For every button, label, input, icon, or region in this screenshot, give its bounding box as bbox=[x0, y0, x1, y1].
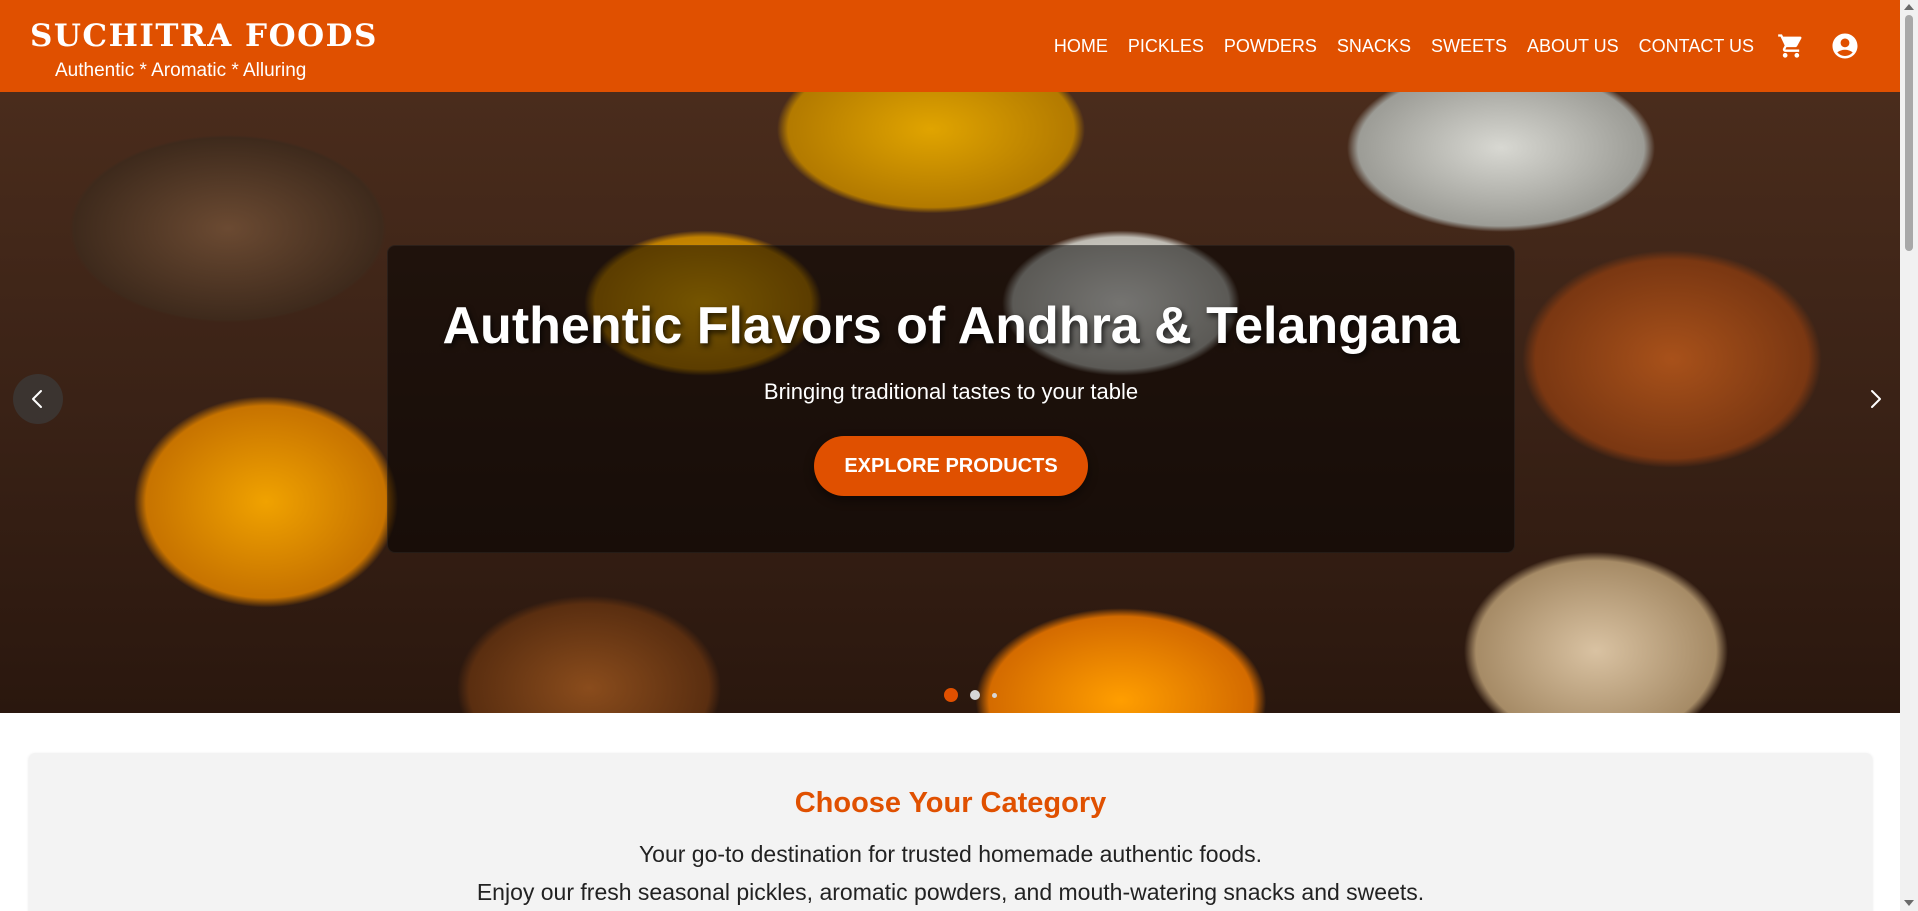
chevron-left-icon bbox=[32, 390, 42, 408]
carousel-indicators bbox=[944, 688, 1009, 702]
shopping-cart-icon[interactable] bbox=[1776, 31, 1806, 61]
carousel-dot-3[interactable] bbox=[992, 692, 997, 698]
nav-about-us[interactable]: ABOUT US bbox=[1527, 0, 1619, 92]
nav-home[interactable]: HOME bbox=[1054, 0, 1108, 92]
account-circle-icon[interactable] bbox=[1830, 31, 1860, 61]
hero-carousel: Authentic Flavors of Andhra & Telangana … bbox=[0, 92, 1900, 713]
explore-products-button[interactable]: EXPLORE PRODUCTS bbox=[814, 436, 1088, 496]
scroll-up-arrow-icon[interactable] bbox=[1904, 4, 1914, 10]
nav-contact-us[interactable]: CONTACT US bbox=[1639, 0, 1754, 92]
nav-pickles[interactable]: PICKLES bbox=[1128, 0, 1204, 92]
scrollbar-thumb[interactable] bbox=[1905, 15, 1913, 251]
category-section: Choose Your Category Your go-to destinat… bbox=[29, 753, 1872, 911]
category-description-line-1: Your go-to destination for trusted homem… bbox=[638, 841, 1263, 867]
brand-tagline: Authentic * Aromatic * Alluring bbox=[55, 60, 307, 81]
nav-powders[interactable]: POWDERS bbox=[1224, 0, 1317, 92]
carousel-prev-button[interactable] bbox=[13, 374, 63, 424]
nav-sweets[interactable]: SWEETS bbox=[1431, 0, 1507, 92]
brand-name[interactable]: SUCHITRA FOODS bbox=[30, 16, 378, 56]
page-scrollbar[interactable] bbox=[1900, 0, 1918, 911]
chevron-right-icon bbox=[1871, 390, 1881, 408]
site-header: SUCHITRA FOODS Authentic * Aromatic * Al… bbox=[0, 0, 1900, 92]
main-nav: HOME PICKLES POWDERS SNACKS SWEETS ABOUT… bbox=[1054, 0, 1900, 92]
category-title: Choose Your Category bbox=[794, 787, 1107, 819]
carousel-next-button[interactable] bbox=[1850, 374, 1900, 424]
carousel-dot-1[interactable] bbox=[944, 688, 958, 702]
hero-caption-box: Authentic Flavors of Andhra & Telangana … bbox=[387, 245, 1515, 553]
category-description-line-2: Enjoy our fresh seasonal pickles, aromat… bbox=[476, 879, 1425, 905]
brand[interactable]: SUCHITRA FOODS Authentic * Aromatic * Al… bbox=[30, 16, 378, 82]
hero-title: Authentic Flavors of Andhra & Telangana bbox=[442, 297, 1460, 355]
nav-snacks[interactable]: SNACKS bbox=[1337, 0, 1411, 92]
hero-subtitle: Bringing traditional tastes to your tabl… bbox=[763, 379, 1139, 404]
scroll-down-arrow-icon[interactable] bbox=[1904, 900, 1914, 906]
carousel-dot-2[interactable] bbox=[970, 690, 980, 700]
category-description: Your go-to destination for trusted homem… bbox=[29, 835, 1872, 911]
